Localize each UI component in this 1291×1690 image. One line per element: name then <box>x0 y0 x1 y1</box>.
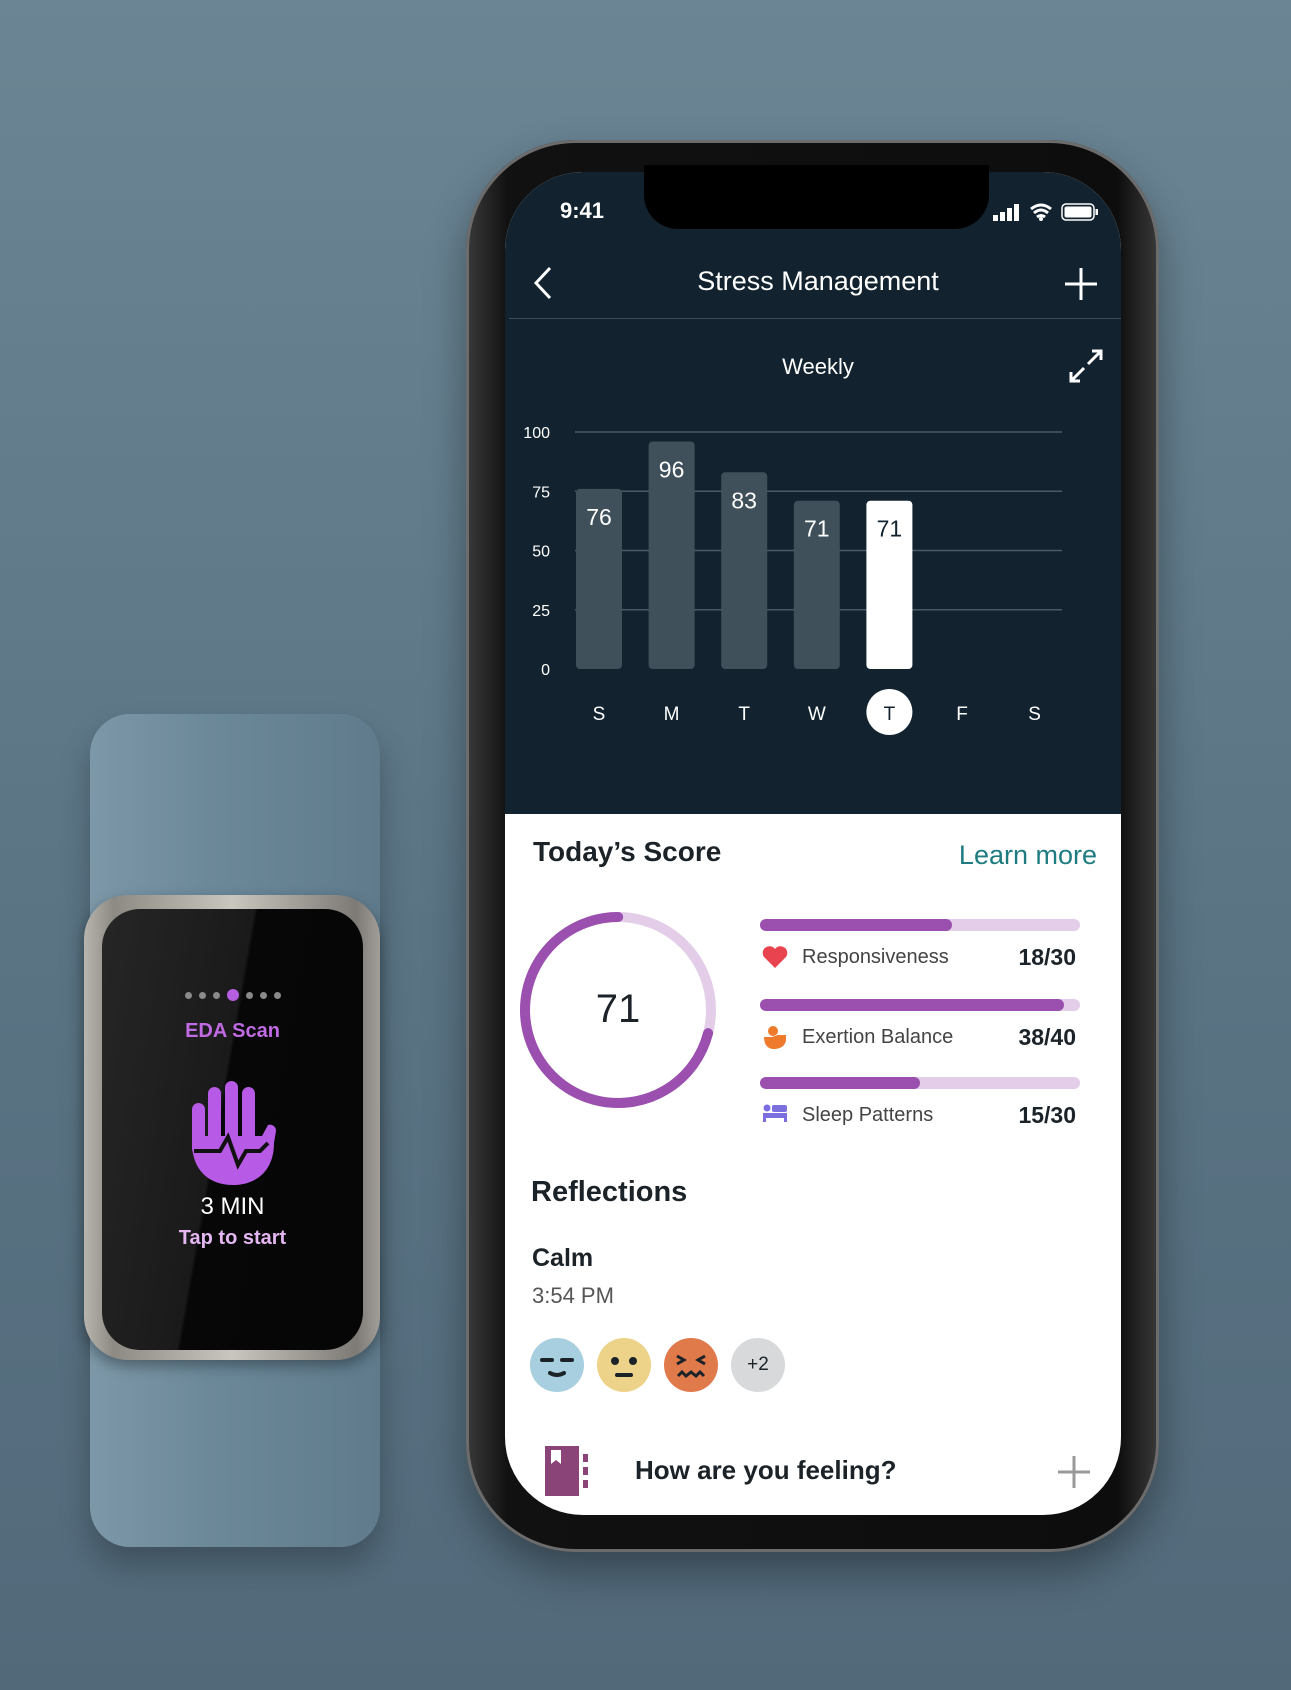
header-divider <box>509 318 1121 319</box>
page-dot <box>245 991 253 999</box>
battery-icon <box>1061 203 1098 221</box>
metric-label: Sleep Patterns <box>802 1104 934 1126</box>
page-title: Stress Management <box>697 266 939 296</box>
metric-value: 38/40 <box>1018 1024 1076 1050</box>
metric-row[interactable]: Exertion Balance 38/40 <box>760 999 1080 1069</box>
metric-track <box>760 999 1080 1011</box>
score-title: Today’s Score <box>533 836 722 867</box>
hand-pulse-icon <box>190 1081 276 1185</box>
status-time: 9:41 <box>560 198 605 223</box>
bar-value-label: 96 <box>659 456 685 482</box>
y-tick-label: 75 <box>532 484 550 501</box>
metric-fill <box>760 919 952 931</box>
y-tick-label: 100 <box>523 425 550 442</box>
calm-face-icon[interactable] <box>530 1338 584 1392</box>
status-icons <box>993 203 1099 221</box>
chart-title: Weekly <box>782 354 854 379</box>
metric-value: 18/30 <box>1018 944 1076 970</box>
add-button[interactable] <box>1064 267 1098 301</box>
chevron-left-icon <box>533 266 552 300</box>
tracker-duration: 3 MIN <box>200 1193 265 1220</box>
neutral-face-icon[interactable] <box>597 1338 651 1392</box>
metric-row[interactable]: Sleep Patterns 15/30 <box>760 1077 1080 1147</box>
day-label[interactable]: M <box>664 704 680 725</box>
how-feeling-prompt[interactable]: How are you feeling? <box>635 1455 897 1486</box>
metric-row[interactable]: Responsiveness 18/30 <box>760 919 1080 989</box>
weekly-stress-chart: 0 25 50 75 100 76 S 96 M 83 T 71 W 71 T F S <box>523 425 1062 735</box>
learn-more-link[interactable]: Learn more <box>959 840 1097 871</box>
bar-value-label: 76 <box>586 504 612 530</box>
stressed-face-icon[interactable] <box>664 1338 718 1392</box>
reflections-title: Reflections <box>531 1176 688 1208</box>
tracker-screen[interactable]: EDA Scan 3 MIN Tap to start <box>102 909 363 1350</box>
y-tick-label: 50 <box>532 544 550 561</box>
day-label[interactable]: T <box>738 704 750 725</box>
wifi-icon <box>1030 203 1052 221</box>
expand-icon <box>1069 349 1103 383</box>
metric-fill <box>760 999 1064 1011</box>
page-dot <box>198 991 206 999</box>
y-tick-label: 25 <box>532 603 550 620</box>
plus-icon <box>1058 1456 1090 1488</box>
exertion-icon <box>762 1025 788 1051</box>
day-label[interactable]: S <box>593 704 606 725</box>
bed-icon <box>762 1103 788 1123</box>
journal-icon <box>545 1446 591 1496</box>
plus-icon <box>1065 268 1097 300</box>
page-dot <box>259 991 267 999</box>
page-dot <box>273 991 281 999</box>
heart-icon <box>762 945 788 969</box>
day-label[interactable]: T <box>884 704 896 725</box>
reflection-mood[interactable]: Calm <box>532 1244 593 1273</box>
score-value: 71 <box>595 987 641 1031</box>
metric-label: Responsiveness <box>802 946 949 968</box>
more-moods-badge[interactable]: +2 <box>731 1338 785 1392</box>
signal-icon <box>993 204 1019 221</box>
y-tick-label: 0 <box>541 662 550 679</box>
page-dot <box>212 991 220 999</box>
expand-button[interactable] <box>1068 348 1104 384</box>
reflection-time: 3:54 PM <box>532 1283 614 1308</box>
day-label[interactable]: S <box>1028 704 1041 725</box>
add-reflection-button[interactable] <box>1057 1455 1091 1489</box>
metric-track <box>760 1077 1080 1089</box>
metric-value: 15/30 <box>1018 1102 1076 1128</box>
bar-value-label: 83 <box>731 487 757 513</box>
tracker-action[interactable]: Tap to start <box>102 1227 363 1250</box>
back-button[interactable] <box>532 266 554 300</box>
day-label[interactable]: F <box>956 704 968 725</box>
bar-value-label: 71 <box>804 516 830 542</box>
metric-track <box>760 919 1080 931</box>
bar-value-label: 71 <box>877 516 903 542</box>
tracker-title: EDA Scan <box>185 1020 280 1042</box>
page-indicator <box>102 989 363 1001</box>
metric-fill <box>760 1077 920 1089</box>
notch <box>644 165 989 229</box>
page-dot <box>226 989 239 1001</box>
metric-label: Exertion Balance <box>802 1026 954 1048</box>
page-dot <box>184 991 192 999</box>
day-label[interactable]: W <box>808 704 826 725</box>
mood-list: +2 <box>530 1338 785 1392</box>
